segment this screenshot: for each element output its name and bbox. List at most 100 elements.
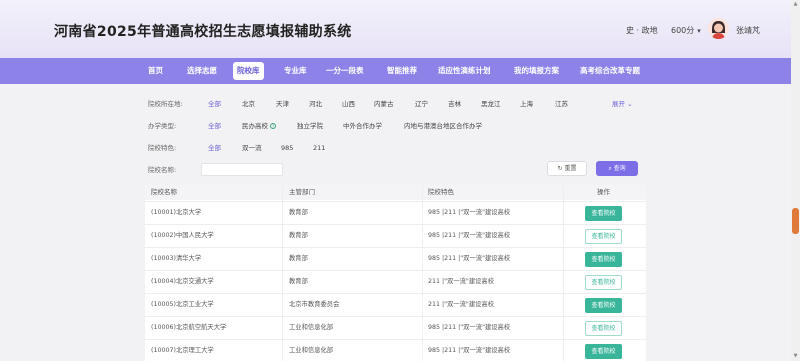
- location-option[interactable]: 河北: [309, 97, 322, 111]
- scroll-thumb[interactable]: [792, 208, 799, 234]
- college-name-input[interactable]: [201, 163, 283, 176]
- expand-label: 展开: [612, 100, 625, 108]
- view-college-button[interactable]: 查看院校: [585, 344, 622, 359]
- view-college-button[interactable]: 查看院校: [585, 275, 622, 290]
- filter-type-label: 办学类型:: [148, 122, 177, 130]
- table-row: (10005)北京工业大学 北京市教育委员会 211 |"双一流"建设高校 查看…: [145, 293, 646, 316]
- header-action: 操作: [597, 188, 610, 196]
- location-option[interactable]: 山西: [342, 97, 355, 111]
- table-header: 院校名称 主管部门 院校特色 操作: [145, 185, 646, 200]
- header-college-name: 院校名称: [151, 188, 177, 196]
- info-icon[interactable]: ?: [270, 123, 276, 129]
- username[interactable]: 张靖芃: [736, 25, 760, 36]
- location-option[interactable]: 吉林: [448, 97, 461, 111]
- score-selector[interactable]: 600分 ▾: [671, 25, 701, 36]
- chevron-down-icon: ⌄: [627, 100, 633, 108]
- cell-college-name: (10007)北京理工大学: [151, 347, 214, 354]
- type-option-private[interactable]: 民办高校?: [242, 119, 276, 133]
- table-row: (10003)清华大学 教育部 985 |211 |"双一流"建设高校 查看院校: [145, 247, 646, 270]
- nav-my-plan[interactable]: 我的填报方案: [514, 58, 559, 84]
- avatar[interactable]: [708, 18, 729, 39]
- filter-feature-label: 院校特色:: [148, 144, 177, 152]
- column-divider: [422, 185, 423, 361]
- column-divider: [282, 185, 283, 361]
- scroll-up-arrow-icon[interactable]: ▲: [791, 0, 800, 9]
- table-row: (10002)中国人民大学 教育部 985 |211 |"双一流"建设高校 查看…: [145, 224, 646, 247]
- cell-feature: 985 |211 |"双一流"建设高校: [428, 232, 511, 239]
- nav-practice-plan[interactable]: 适应性演练计划: [438, 58, 491, 84]
- cell-department: 教育部: [289, 209, 308, 216]
- subject-selection[interactable]: 史 · 政地: [626, 25, 658, 36]
- chevron-down-icon: ▾: [697, 27, 701, 35]
- cell-department: 教育部: [289, 278, 308, 285]
- location-option-all[interactable]: 全部: [208, 97, 221, 111]
- cell-department: 教育部: [289, 232, 308, 239]
- feature-option-all[interactable]: 全部: [208, 141, 221, 155]
- cell-college-name: (10004)北京交通大学: [151, 278, 214, 285]
- table-row: (10006)北京航空航天大学 工业和信息化部 985 |211 |"双一流"建…: [145, 316, 646, 339]
- type-option[interactable]: 内地与港澳台地区合作办学: [404, 119, 482, 133]
- filter-location-row: 院校所在地: 全部 北京 天津 河北 山西 内蒙古 辽宁 吉林 黑龙江 上海 江…: [0, 97, 800, 111]
- view-college-button[interactable]: 查看院校: [585, 229, 622, 244]
- type-option[interactable]: 独立学院: [297, 119, 323, 133]
- filter-location-label: 院校所在地:: [148, 100, 183, 108]
- type-option-all[interactable]: 全部: [208, 119, 221, 133]
- location-option[interactable]: 辽宁: [415, 97, 428, 111]
- cell-department: 工业和信息化部: [289, 347, 334, 354]
- reset-icon: ↻: [557, 165, 563, 172]
- type-option-private-label: 民办高校: [242, 122, 268, 130]
- cell-college-name: (10006)北京航空航天大学: [151, 324, 227, 331]
- location-option[interactable]: 天津: [276, 97, 289, 111]
- view-college-button[interactable]: 查看院校: [585, 321, 622, 336]
- feature-option[interactable]: 双一流: [242, 141, 262, 155]
- cell-feature: 211 |"双一流"建设高校: [428, 278, 495, 285]
- search-button[interactable]: ⌕ 查询: [596, 161, 638, 176]
- view-college-button[interactable]: 查看院校: [585, 206, 622, 221]
- location-option[interactable]: 江苏: [555, 97, 568, 111]
- filter-type-row: 办学类型: 全部 民办高校? 独立学院 中外合作办学 内地与港澳台地区合作办学: [0, 119, 800, 133]
- feature-option[interactable]: 985: [281, 141, 293, 155]
- cell-college-name: (10001)北京大学: [151, 209, 202, 216]
- column-divider: [563, 185, 564, 361]
- reset-button[interactable]: ↻ 重置: [547, 161, 587, 176]
- expand-toggle[interactable]: 展开 ⌄: [612, 97, 633, 111]
- college-table: 院校名称 主管部门 院校特色 操作 (10001)北京大学 教育部 985 |2…: [145, 185, 646, 361]
- location-option[interactable]: 上海: [520, 97, 533, 111]
- table-row: (10001)北京大学 教育部 985 |211 |"双一流"建设高校 查看院校: [145, 201, 646, 224]
- feature-option[interactable]: 211: [313, 141, 325, 155]
- location-option[interactable]: 黑龙江: [481, 97, 501, 111]
- app-header: 河南省2025年普通高校招生志愿填报辅助系统 史 · 政地 600分 ▾ 张靖芃: [0, 0, 800, 58]
- scroll-down-arrow-icon[interactable]: ▼: [791, 352, 800, 361]
- score-value: 600分: [671, 26, 695, 35]
- table-row: (10004)北京交通大学 教育部 211 |"双一流"建设高校 查看院校: [145, 270, 646, 293]
- nav-major-library[interactable]: 专业库: [284, 58, 307, 84]
- search-icon: ⌕: [608, 165, 612, 172]
- cell-feature: 985 |211 |"双一流"建设高校: [428, 209, 511, 216]
- cell-college-name: (10005)北京工业大学: [151, 301, 214, 308]
- nav-home[interactable]: 首页: [148, 58, 163, 84]
- view-college-button[interactable]: 查看院校: [585, 298, 622, 313]
- cell-feature: 985 |211 |"双一流"建设高校: [428, 255, 511, 262]
- reset-label: 重置: [564, 165, 577, 172]
- location-option[interactable]: 北京: [242, 97, 255, 111]
- nav-score-table[interactable]: 一分一段表: [326, 58, 364, 84]
- nav-smart-recommend[interactable]: 智能推荐: [387, 58, 417, 84]
- page-scrollbar[interactable]: ▲ ▼: [791, 0, 800, 361]
- filter-feature-row: 院校特色: 全部 双一流 985 211: [0, 141, 800, 155]
- cell-feature: 985 |211 |"双一流"建设高校: [428, 347, 511, 354]
- cell-college-name: (10003)清华大学: [151, 255, 202, 262]
- location-option[interactable]: 内蒙古: [374, 97, 394, 111]
- header-department: 主管部门: [289, 188, 315, 196]
- nav-choose-volunteer[interactable]: 选择志愿: [187, 58, 217, 84]
- cell-department: 工业和信息化部: [289, 324, 334, 331]
- cell-feature: 211 |"双一流"建设高校: [428, 301, 495, 308]
- cell-department: 教育部: [289, 255, 308, 262]
- cell-college-name: (10002)中国人民大学: [151, 232, 214, 239]
- filter-name-label: 院校名称:: [148, 166, 177, 174]
- type-option[interactable]: 中外合作办学: [343, 119, 382, 133]
- view-college-button[interactable]: 查看院校: [585, 252, 622, 267]
- nav-reform-topic[interactable]: 高考综合改革专题: [580, 58, 640, 84]
- cell-feature: 985 |211 |"双一流"建设高校: [428, 324, 511, 331]
- user-avatar-icon: [708, 18, 729, 39]
- nav-college-library[interactable]: 院校库: [233, 62, 264, 80]
